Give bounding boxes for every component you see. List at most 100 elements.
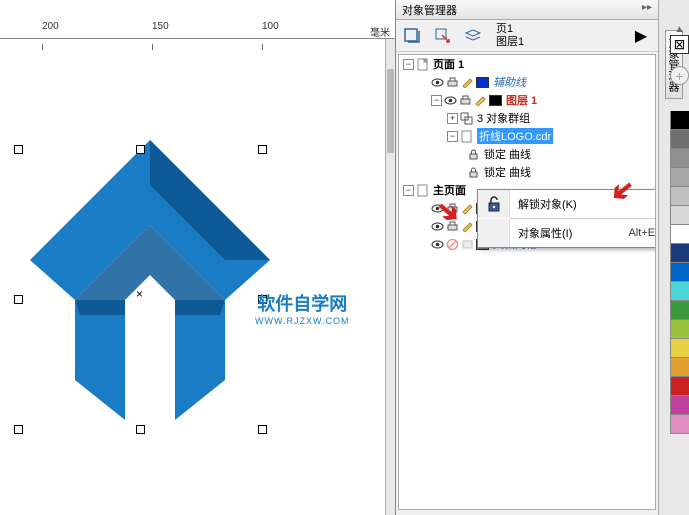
tree-node-selected-file[interactable]: − 折线LOGO.cdr	[399, 127, 655, 145]
tree-label: 辅助线	[493, 74, 526, 90]
tree-label: 3 对象群组	[477, 110, 530, 126]
tree-label-selected: 折线LOGO.cdr	[477, 128, 553, 144]
ruler-horizontal: 200 150 100	[0, 21, 395, 39]
color-swatch[interactable]	[670, 320, 689, 339]
layer-color-swatch[interactable]	[489, 95, 502, 106]
edit-icon[interactable]	[461, 76, 474, 89]
edit-icon[interactable]	[461, 202, 474, 215]
color-swatch[interactable]	[670, 339, 689, 358]
color-swatch[interactable]	[670, 377, 689, 396]
watermark-main: 软件自学网	[255, 290, 349, 316]
lock-icon	[467, 166, 480, 179]
eye-icon[interactable]	[431, 220, 444, 233]
tree-node-locked-curve[interactable]: 锁定 曲线	[399, 163, 655, 181]
watermark: 软件自学网 WWW.RJZXW.COM	[255, 290, 349, 326]
menu-shortcut: Alt+Enter	[628, 227, 656, 239]
expander-icon[interactable]: −	[447, 131, 458, 142]
selection-handle[interactable]	[136, 425, 145, 434]
panel-options-icon[interactable]: ▸▸	[642, 2, 652, 13]
eye-icon[interactable]	[444, 94, 457, 107]
group-icon	[460, 112, 473, 125]
context-menu: 解锁对象(K) 对象属性(I) Alt+Enter	[477, 189, 656, 248]
logo-object[interactable]	[30, 140, 270, 420]
selection-handle[interactable]	[258, 425, 267, 434]
edit-icon[interactable]	[461, 220, 474, 233]
no-color-swatch[interactable]: ⊠	[670, 35, 689, 54]
unlock-icon	[478, 190, 510, 218]
menu-label: 对象属性(I)	[510, 225, 628, 241]
expander-icon[interactable]: −	[431, 95, 442, 106]
color-swatch[interactable]	[670, 111, 689, 130]
eye-icon[interactable]	[431, 76, 444, 89]
color-palette: ▲ ⊠ +	[670, 20, 689, 434]
print-icon[interactable]	[446, 76, 459, 89]
tree-node-guides[interactable]: 辅助线	[399, 73, 655, 91]
selection-center-icon: ×	[136, 287, 143, 301]
color-swatch[interactable]	[670, 282, 689, 301]
canvas-area[interactable]: 200 150 100 毫米 × 软件自学网 WWW.RJZXW.COM	[0, 0, 395, 515]
print-icon[interactable]	[459, 94, 472, 107]
object-tree[interactable]: − 页面 1 辅助线 − 图层 1 + 3 对象群组	[398, 54, 656, 510]
watermark-sub: WWW.RJZXW.COM	[255, 316, 349, 326]
color-swatch[interactable]	[670, 263, 689, 282]
color-swatch[interactable]	[670, 358, 689, 377]
color-swatch[interactable]	[670, 149, 689, 168]
object-manager-panel: 对象管理器 ▸▸ 页1 图层1 ▶ − 页面 1	[395, 0, 658, 515]
canvas-scrollbar[interactable]	[385, 39, 395, 515]
color-swatch[interactable]	[670, 244, 689, 263]
edit-icon[interactable]	[474, 94, 487, 107]
selection-handle[interactable]	[136, 145, 145, 154]
tree-label: 锁定 曲线	[484, 146, 531, 162]
add-color-icon[interactable]: +	[670, 66, 689, 85]
color-swatch[interactable]	[670, 130, 689, 149]
tree-label: 锁定 曲线	[484, 164, 531, 180]
eye-icon[interactable]	[431, 202, 444, 215]
panel-title-text: 对象管理器	[402, 5, 457, 17]
ruler-tick: 200	[42, 21, 59, 32]
print-icon[interactable]	[446, 220, 459, 233]
ruler-unit: 毫米	[370, 24, 390, 39]
toolbar-menu-icon[interactable]: ▶	[628, 23, 654, 49]
tree-label: 页面 1	[433, 56, 464, 72]
panel-toolbar: 页1 图层1 ▶	[396, 20, 658, 52]
menu-label: 解锁对象(K)	[510, 196, 656, 212]
selection-handle[interactable]	[14, 295, 23, 304]
page-icon	[416, 184, 429, 197]
toolbar-layers-icon[interactable]	[460, 23, 486, 49]
page-layer-label: 页1 图层1	[496, 23, 524, 49]
toolbar-layer-view-icon[interactable]	[400, 23, 426, 49]
arrow-logo-svg	[30, 140, 270, 420]
menu-item-properties[interactable]: 对象属性(I) Alt+Enter	[478, 219, 656, 247]
color-swatch[interactable]	[670, 225, 689, 244]
selection-handle[interactable]	[258, 145, 267, 154]
color-swatch[interactable]	[670, 206, 689, 225]
tree-node-locked-curve[interactable]: 锁定 曲线	[399, 145, 655, 163]
selection-handle[interactable]	[14, 145, 23, 154]
selection-handle[interactable]	[14, 425, 23, 434]
print-icon[interactable]	[446, 202, 459, 215]
properties-icon	[478, 219, 510, 247]
palette-up-icon[interactable]: ▲	[670, 24, 689, 35]
ruler-tick: 150	[152, 21, 169, 32]
noedit-icon[interactable]	[461, 238, 474, 251]
color-swatch[interactable]	[670, 168, 689, 187]
page-icon	[416, 58, 429, 71]
color-swatch[interactable]	[670, 396, 689, 415]
expander-icon[interactable]: −	[403, 185, 414, 196]
tree-node-page1[interactable]: − 页面 1	[399, 55, 655, 73]
eye-icon[interactable]	[431, 238, 444, 251]
menu-item-unlock[interactable]: 解锁对象(K)	[478, 190, 656, 218]
toolbar-edit-icon[interactable]	[430, 23, 456, 49]
expander-icon[interactable]: +	[447, 113, 458, 124]
ruler-tick: 100	[262, 21, 279, 32]
color-swatch[interactable]	[670, 301, 689, 320]
expander-icon[interactable]: −	[403, 59, 414, 70]
layer-color-swatch[interactable]	[476, 77, 489, 88]
scrollbar-thumb[interactable]	[387, 69, 394, 153]
color-swatch[interactable]	[670, 415, 689, 434]
panel-titlebar[interactable]: 对象管理器 ▸▸	[396, 0, 658, 20]
tree-node-layer1[interactable]: − 图层 1	[399, 91, 655, 109]
color-swatch[interactable]	[670, 187, 689, 206]
noprint-icon[interactable]	[446, 238, 459, 251]
tree-node-group[interactable]: + 3 对象群组	[399, 109, 655, 127]
